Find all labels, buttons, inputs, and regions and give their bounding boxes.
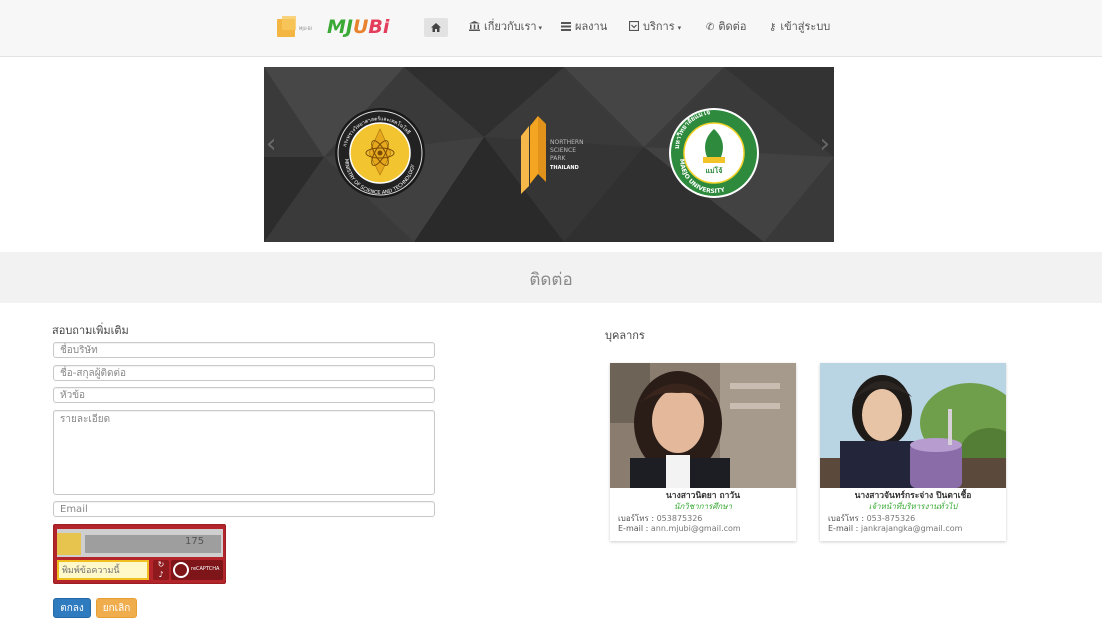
nav-login-label: เข้าสู่ระบบ bbox=[780, 20, 831, 33]
carousel-prev-icon[interactable]: ‹ bbox=[266, 129, 276, 159]
ministry-science-logo: MINISTRY OF SCIENCE AND TECHNOLOGY กระทร… bbox=[335, 108, 425, 198]
detail-textarea[interactable] bbox=[53, 410, 435, 495]
list-icon bbox=[561, 22, 571, 31]
captcha-widget: 175 ↻♪ reCAPTCHA bbox=[53, 524, 226, 584]
carousel-next-icon[interactable]: › bbox=[820, 129, 830, 159]
box-icon bbox=[629, 21, 639, 31]
subject-input[interactable] bbox=[53, 387, 435, 403]
nav-works-label: ผลงาน bbox=[575, 20, 608, 33]
home-icon bbox=[431, 22, 441, 32]
nav-login[interactable]: ⚷ เข้าสู่ระบบ bbox=[769, 17, 830, 37]
nav-about[interactable]: เกี่ยวกับเรา ▾ bbox=[469, 17, 542, 37]
staff-card: นางสาวนิตยา ถาวัน นักวิชาการศึกษา เบอร์โ… bbox=[610, 363, 796, 541]
logo-mark-overlay bbox=[282, 16, 296, 30]
staff-heading: บุคลากร bbox=[605, 329, 645, 342]
staff-photo bbox=[610, 363, 796, 488]
captcha-number: 175 bbox=[185, 536, 205, 547]
svg-text:NORTHERN: NORTHERN bbox=[550, 139, 584, 146]
cancel-button[interactable]: ยกเลิก bbox=[96, 598, 137, 618]
contact-name-input[interactable] bbox=[53, 365, 435, 381]
svg-text:แม่โจ้: แม่โจ้ bbox=[706, 166, 723, 175]
section-header: ติดต่อ bbox=[0, 252, 1102, 303]
captcha-refresh-icon[interactable]: ↻ ♪ bbox=[153, 560, 169, 580]
northern-science-park-logo: NORTHERN SCIENCE PARK THAILAND bbox=[521, 116, 584, 194]
captcha-image-sign bbox=[57, 533, 81, 555]
bank-icon bbox=[469, 21, 480, 31]
logo-tagline: MJU-BI bbox=[299, 26, 312, 31]
caret-down-icon: ▾ bbox=[677, 24, 682, 32]
section-title: ติดต่อ bbox=[529, 270, 573, 290]
nav-contact[interactable]: ✆ ติดต่อ bbox=[706, 17, 746, 37]
staff-card: นางสาวจันทร์กระจ่าง ปินตาเชื้อ เจ้าหน้าท… bbox=[820, 363, 1006, 541]
svg-text:THAILAND: THAILAND bbox=[550, 165, 579, 171]
nav-about-label: เกี่ยวกับเรา bbox=[484, 20, 537, 33]
logo-wordmark: MJUBi bbox=[327, 16, 390, 38]
staff-email[interactable]: E-mail : ann.mjubi@gmail.com bbox=[618, 524, 741, 533]
maejo-university-logo: แม่โจ้ มหาวิทยาลัยแม่โจ้ MAEJO UNIVERSIT… bbox=[669, 107, 759, 198]
recaptcha-label: reCAPTCHA bbox=[191, 566, 220, 572]
phone-icon: ✆ bbox=[706, 22, 715, 33]
submit-button[interactable]: ตกลง bbox=[53, 598, 91, 618]
key-icon: ⚷ bbox=[769, 22, 777, 33]
email-input[interactable] bbox=[53, 501, 435, 517]
form-heading: สอบถามเพิ่มเติม bbox=[52, 324, 129, 337]
staff-photo bbox=[820, 363, 1006, 488]
hero-carousel: ‹ › MINISTRY OF SCIENCE AND TECHNOLOGY ก… bbox=[264, 67, 834, 242]
captcha-image: 175 bbox=[57, 529, 223, 557]
captcha-input[interactable] bbox=[57, 560, 149, 580]
caret-down-icon: ▾ bbox=[538, 24, 543, 32]
svg-text:SCIENCE: SCIENCE bbox=[550, 147, 576, 154]
svg-text:PARK: PARK bbox=[550, 155, 567, 162]
nav-services-label: บริการ bbox=[643, 20, 675, 33]
recaptcha-icon bbox=[173, 562, 189, 578]
brand-logo[interactable]: MJU-BI MJUBi bbox=[277, 14, 407, 42]
recaptcha-logo: reCAPTCHA bbox=[171, 560, 223, 580]
nav-services[interactable]: บริการ ▾ bbox=[629, 17, 681, 37]
nav-works[interactable]: ผลงาน bbox=[561, 17, 607, 37]
staff-email[interactable]: E-mail : jankrajangka@gmail.com bbox=[828, 524, 962, 533]
company-name-input[interactable] bbox=[53, 342, 435, 358]
nav-contact-label: ติดต่อ bbox=[718, 20, 747, 33]
nav-home[interactable] bbox=[424, 18, 448, 37]
navbar: MJU-BI MJUBi เกี่ยวกับเรา ▾ ผลงาน บริการ ▾… bbox=[0, 0, 1102, 57]
